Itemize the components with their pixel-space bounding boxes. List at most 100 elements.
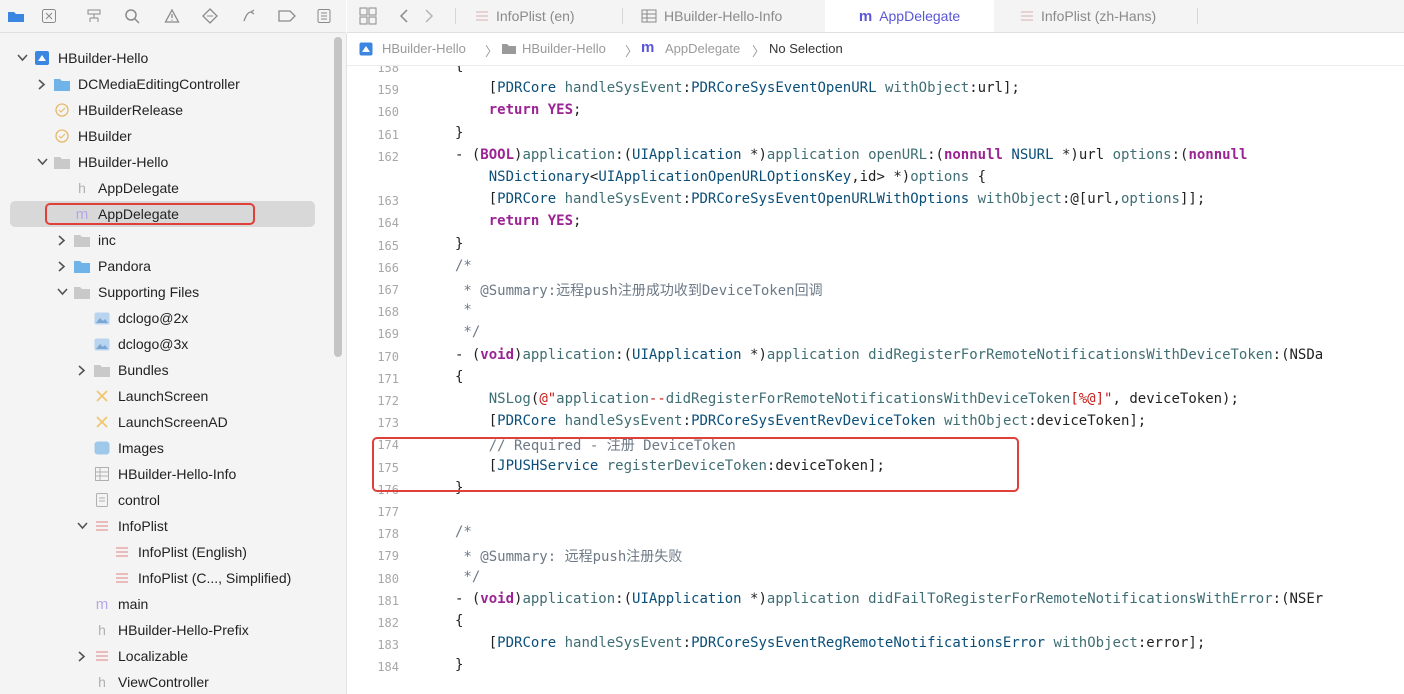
- folder-icon[interactable]: [6, 6, 26, 26]
- tab-appdelegate[interactable]: m AppDelegate: [825, 0, 994, 32]
- code-line[interactable]: *: [455, 302, 471, 318]
- code-line[interactable]: [PDRCore handleSysEvent:PDRCoreSysEventR…: [455, 413, 1147, 429]
- tree-item[interactable]: Supporting Files: [0, 279, 346, 305]
- code-line[interactable]: */: [455, 324, 480, 340]
- plist-icon: [94, 466, 110, 482]
- line-number: 172: [377, 394, 399, 408]
- code-line[interactable]: - (BOOL)application:(UIApplication *)app…: [455, 147, 1247, 163]
- grid-layout-icon[interactable]: [359, 7, 377, 30]
- code-line[interactable]: - (void)application:(UIApplication *)app…: [455, 591, 1323, 607]
- tree-item-label: HBuilder-Hello: [58, 50, 149, 66]
- chevron-down-icon[interactable]: [36, 156, 48, 168]
- tree-item[interactable]: LaunchScreenAD: [0, 409, 346, 435]
- test-diamond-icon[interactable]: [200, 6, 220, 26]
- code-line[interactable]: - (void)application:(UIApplication *)app…: [455, 347, 1323, 363]
- code-line[interactable]: NSDictionary<UIApplicationOpenURLOptions…: [455, 169, 986, 185]
- tree-item-label: dclogo@2x: [118, 310, 189, 326]
- navigator-toolbar: [0, 0, 346, 33]
- tree-item[interactable]: DCMediaEditingController: [0, 71, 346, 97]
- report-icon[interactable]: [314, 6, 334, 26]
- tree-item[interactable]: Bundles: [0, 357, 346, 383]
- tree-item[interactable]: HBuilderRelease: [0, 97, 346, 123]
- tab-infoplist-en[interactable]: InfoPlist (en): [475, 0, 635, 32]
- line-number: 160: [377, 105, 399, 120]
- target-icon: [54, 128, 70, 144]
- code-line[interactable]: /*: [455, 258, 472, 274]
- tree-item[interactable]: dclogo@2x: [0, 305, 346, 331]
- line-number: 167: [377, 283, 399, 297]
- chevron-right-icon[interactable]: [56, 234, 68, 246]
- tree-item[interactable]: m main: [0, 591, 346, 617]
- back-chevron-icon[interactable]: [399, 8, 409, 29]
- chevron-right-icon[interactable]: [76, 650, 88, 662]
- group-folder-icon: [74, 232, 90, 248]
- code-line[interactable]: * @Summary:远程push注册成功收到DeviceToken回调: [455, 280, 822, 300]
- tree-item[interactable]: h HBuilder-Hello-Prefix: [0, 617, 346, 643]
- tree-item[interactable]: InfoPlist (English): [0, 539, 346, 565]
- highlight-annotation: [45, 203, 255, 225]
- code-line[interactable]: {: [455, 66, 463, 74]
- chevron-down-icon[interactable]: [76, 520, 88, 532]
- chevron-right-icon[interactable]: [56, 260, 68, 272]
- code-line[interactable]: }: [455, 657, 463, 673]
- tree-item[interactable]: h ViewController: [0, 669, 346, 694]
- header-file-icon: h: [98, 674, 106, 690]
- document-icon: [94, 492, 110, 508]
- code-line[interactable]: [PDRCore handleSysEvent:PDRCoreSysEventR…: [455, 635, 1206, 651]
- jumpbar-selection[interactable]: No Selection: [769, 41, 843, 56]
- line-number: 184: [377, 660, 399, 675]
- code-line[interactable]: return YES;: [455, 102, 582, 118]
- jumpbar-project[interactable]: HBuilder-Hello: [382, 41, 466, 56]
- tree-item[interactable]: Pandora: [0, 253, 346, 279]
- tree-item[interactable]: HBuilder-Hello-Info: [0, 461, 346, 487]
- code-line[interactable]: {: [455, 369, 463, 385]
- group-folder-icon: [74, 284, 90, 300]
- jumpbar-group[interactable]: HBuilder-Hello: [522, 41, 606, 56]
- find-icon[interactable]: [122, 6, 142, 26]
- code-line[interactable]: [PDRCore handleSysEvent:PDRCoreSysEventO…: [455, 80, 1020, 96]
- chevron-down-icon[interactable]: [16, 52, 28, 64]
- code-line[interactable]: /*: [455, 524, 472, 540]
- code-line[interactable]: */: [455, 569, 480, 585]
- code-line[interactable]: }: [455, 236, 463, 252]
- source-control-icon[interactable]: [39, 6, 59, 26]
- tree-item[interactable]: HBuilder-Hello: [0, 149, 346, 175]
- storyboard-icon: [94, 414, 110, 430]
- code-line[interactable]: return YES;: [455, 213, 582, 229]
- tree-item[interactable]: Images: [0, 435, 346, 461]
- issue-warning-icon[interactable]: [162, 6, 182, 26]
- forward-chevron-icon[interactable]: [424, 8, 434, 29]
- tree-item[interactable]: LaunchScreen: [0, 383, 346, 409]
- tree-item[interactable]: InfoPlist (C..., Simplified): [0, 565, 346, 591]
- tree-item[interactable]: dclogo@3x: [0, 331, 346, 357]
- tree-item[interactable]: InfoPlist: [0, 513, 346, 539]
- breakpoint-icon[interactable]: [277, 6, 297, 26]
- tree-item[interactable]: inc: [0, 227, 346, 253]
- folder-icon: [54, 76, 70, 92]
- chevron-right-icon[interactable]: [76, 364, 88, 376]
- project-icon: [359, 42, 373, 59]
- symbol-hierarchy-icon[interactable]: [84, 6, 104, 26]
- tree-item[interactable]: h AppDelegate: [0, 175, 346, 201]
- sidebar-scrollbar[interactable]: [334, 37, 342, 357]
- tree-item-label: HBuilder-Hello: [78, 154, 169, 170]
- image-icon: [94, 310, 110, 326]
- tree-item[interactable]: HBuilder: [0, 123, 346, 149]
- code-line[interactable]: [PDRCore handleSysEvent:PDRCoreSysEventO…: [455, 191, 1206, 207]
- line-number: 173: [377, 416, 399, 431]
- code-line[interactable]: * @Summary: 远程push注册失败: [455, 546, 682, 566]
- tree-item[interactable]: control: [0, 487, 346, 513]
- tree-item-label: DCMediaEditingController: [78, 76, 240, 92]
- tab-infoplist-zh-hans[interactable]: InfoPlist (zh-Hans): [1020, 0, 1220, 32]
- chevron-right-icon[interactable]: [36, 78, 48, 90]
- debug-icon[interactable]: [240, 6, 260, 26]
- code-line[interactable]: }: [455, 125, 463, 141]
- tab-hbuilder-hello-info[interactable]: HBuilder-Hello-Info: [641, 0, 811, 32]
- jumpbar-file[interactable]: AppDelegate: [665, 41, 740, 56]
- code-line[interactable]: {: [455, 613, 463, 629]
- tree-item[interactable]: Localizable: [0, 643, 346, 669]
- tree-item[interactable]: HBuilder-Hello: [0, 45, 346, 71]
- source-editor[interactable]: 158 {159 [PDRCore handleSysEvent:PDRCoreS…: [347, 66, 1404, 694]
- chevron-down-icon[interactable]: [56, 286, 68, 298]
- code-line[interactable]: NSLog(@"application--didRegisterForRemot…: [455, 391, 1239, 407]
